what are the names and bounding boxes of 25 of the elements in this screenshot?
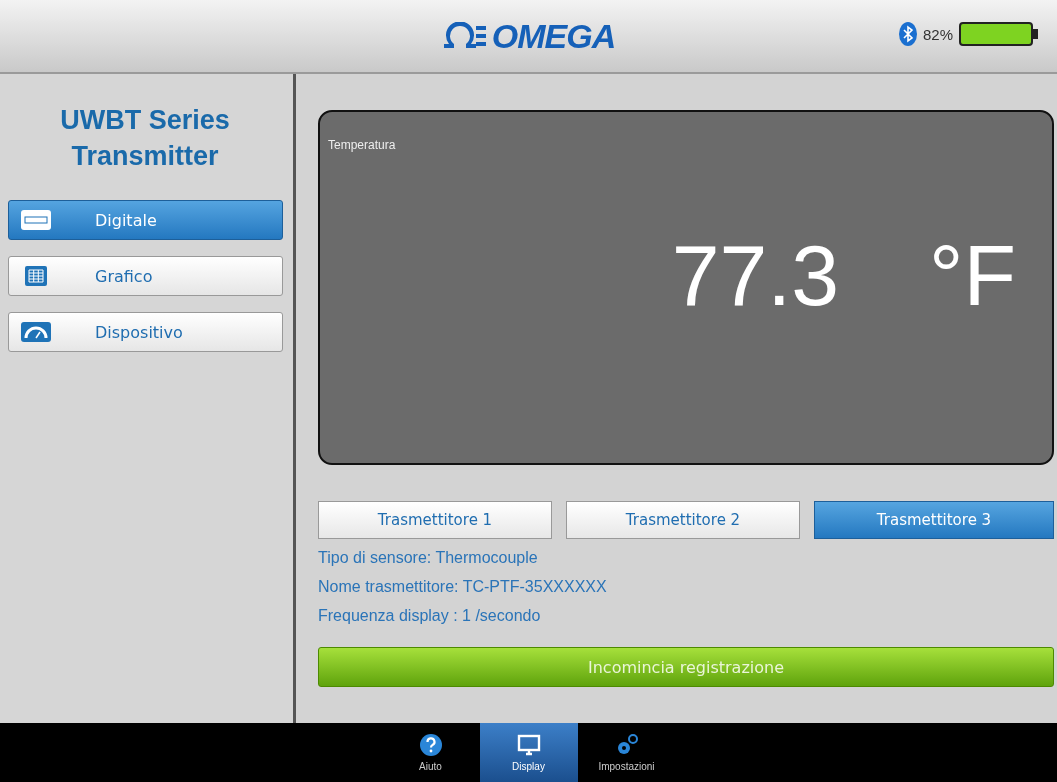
- sidebar-item[interactable]: Dispositivo: [8, 312, 283, 352]
- info-text: Tipo di sensore: Thermocouple: [318, 549, 539, 567]
- tab-bar-item[interactable]: Aiuto: [381, 723, 480, 782]
- info-text: Frequenza display : 1 /secondo: [318, 607, 542, 625]
- logo-icon: [441, 22, 486, 50]
- info-text: Nome trasmettitore: TC-PTF-35XXXXXX: [318, 578, 608, 596]
- digits-icon: [21, 210, 51, 230]
- bluetooth-icon: [898, 22, 917, 46]
- battery-percent: 82%: [922, 25, 953, 43]
- battery-icon: [959, 22, 1039, 46]
- transmitter-tab[interactable]: Trasmettitore 2: [566, 501, 800, 539]
- sidebar-item[interactable]: Digitale: [8, 200, 283, 240]
- tab-bar-item[interactable]: Display: [479, 723, 578, 782]
- gauge-icon: [21, 322, 51, 342]
- help-icon: [418, 733, 443, 757]
- transmitter-tab[interactable]: Trasmettitore 3: [814, 501, 1054, 539]
- display-label: Temperatura: [328, 138, 396, 152]
- temperature-unit: °F: [929, 232, 1016, 318]
- logo-text: OMEGA: [491, 16, 616, 56]
- temperature-value: 77.3: [671, 232, 840, 318]
- monitor-icon: [516, 733, 541, 757]
- app-title: UWBT Series Transmitter: [59, 104, 231, 173]
- transmitter-tab[interactable]: Trasmettitore 1: [318, 501, 552, 539]
- sidebar-item[interactable]: Grafico: [8, 256, 283, 296]
- tab-bar-item[interactable]: Impostazioni: [577, 723, 676, 782]
